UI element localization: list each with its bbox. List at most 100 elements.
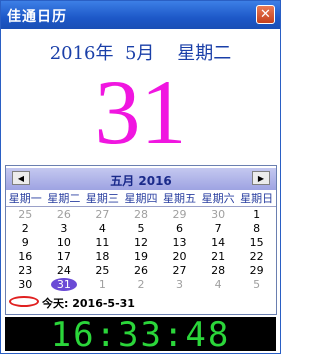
day-cell[interactable]: 13 <box>160 236 199 250</box>
day-cell[interactable]: 4 <box>83 222 122 236</box>
today-circle-icon <box>9 296 39 307</box>
day-cell[interactable]: 23 <box>6 264 45 278</box>
day-cell[interactable]: 17 <box>45 250 84 264</box>
week-row: 30 31 1 2 3 4 5 <box>6 278 276 292</box>
day-number: 25 <box>18 208 33 221</box>
day-cell[interactable]: 8 <box>237 222 276 236</box>
week-row: 25 26 27 28 29 30 1 <box>6 208 276 222</box>
day-cell[interactable]: 26 <box>45 208 84 222</box>
day-number: 8 <box>253 222 261 235</box>
day-number: 29 <box>172 208 187 221</box>
day-number: 2 <box>21 222 29 235</box>
day-cell[interactable]: 27 <box>83 208 122 222</box>
day-number: 26 <box>133 264 148 277</box>
day-number: 9 <box>21 236 29 249</box>
day-number: 1 <box>98 278 106 291</box>
today-footer[interactable]: 今天: 2016-5-31 <box>6 294 276 310</box>
day-cell[interactable]: 7 <box>199 222 238 236</box>
next-month-button[interactable]: ▶ <box>252 171 270 185</box>
day-cell[interactable]: 24 <box>45 264 84 278</box>
weekday-label: 星期一 <box>8 192 42 205</box>
day-number: 12 <box>133 236 148 249</box>
day-number: 5 <box>137 222 145 235</box>
day-number: 30 <box>18 278 33 291</box>
weekday-label: 星期日 <box>240 192 274 205</box>
day-number: 26 <box>56 208 71 221</box>
title-bar[interactable]: 佳通日历 ✕ <box>1 1 280 29</box>
weekday-label: 星期四 <box>124 192 158 205</box>
day-cell[interactable]: 12 <box>122 236 161 250</box>
day-number: 25 <box>95 264 110 277</box>
day-number: 3 <box>176 278 184 291</box>
day-number: 7 <box>214 222 222 235</box>
day-cell[interactable]: 4 <box>199 278 238 292</box>
day-number: 28 <box>211 264 226 277</box>
day-cell[interactable]: 29 <box>237 264 276 278</box>
day-cell[interactable]: 14 <box>199 236 238 250</box>
day-number: 4 <box>98 222 106 235</box>
day-cell-today[interactable]: 31 <box>45 278 84 292</box>
day-number: 20 <box>172 250 187 263</box>
day-cell[interactable]: 18 <box>83 250 122 264</box>
weekday-label: 星期二 <box>47 192 81 205</box>
day-cell[interactable]: 19 <box>122 250 161 264</box>
month-label[interactable]: 五月 2016 <box>6 172 276 189</box>
day-cell[interactable]: 11 <box>83 236 122 250</box>
day-cell[interactable]: 28 <box>199 264 238 278</box>
day-cell[interactable]: 6 <box>160 222 199 236</box>
day-cell[interactable]: 25 <box>6 208 45 222</box>
day-cell[interactable]: 28 <box>122 208 161 222</box>
day-number: 17 <box>56 250 71 263</box>
day-cell[interactable]: 27 <box>160 264 199 278</box>
week-row: 23 24 25 26 27 28 29 <box>6 264 276 278</box>
day-cell[interactable]: 25 <box>83 264 122 278</box>
day-cell[interactable]: 16 <box>6 250 45 264</box>
weekday-label: 星期五 <box>163 192 197 205</box>
day-number: 1 <box>253 208 261 221</box>
month-calendar: ◀ 五月 2016 ▶ 星期一 星期二 星期三 星期四 星期五 星期六 星期日 … <box>5 165 277 315</box>
day-cell[interactable]: 15 <box>237 236 276 250</box>
day-cell[interactable]: 9 <box>6 236 45 250</box>
day-grid: 25 26 27 28 29 30 1 2 3 4 5 6 7 8 9 10 11 12 13 14 15 16 17 18 1… <box>6 208 276 292</box>
month-header: ◀ 五月 2016 ▶ <box>6 168 276 190</box>
day-number: 27 <box>172 264 187 277</box>
day-number: 4 <box>214 278 222 291</box>
day-cell[interactable]: 26 <box>122 264 161 278</box>
week-row: 16 17 18 19 20 21 22 <box>6 250 276 264</box>
day-number: 18 <box>95 250 110 263</box>
day-cell[interactable]: 20 <box>160 250 199 264</box>
digital-clock: 16:33:48 <box>5 317 276 353</box>
day-cell[interactable]: 21 <box>199 250 238 264</box>
day-number: 19 <box>133 250 148 263</box>
day-cell[interactable]: 29 <box>160 208 199 222</box>
day-number: 22 <box>249 250 264 263</box>
day-number: 3 <box>60 222 68 235</box>
day-number: 28 <box>133 208 148 221</box>
day-cell[interactable]: 1 <box>83 278 122 292</box>
day-number: 14 <box>211 236 226 249</box>
calendar-window: 佳通日历 ✕ 2016年 5月 星期二 31 ◀ 五月 2016 ▶ 星期一 星… <box>0 0 281 354</box>
close-icon: ✕ <box>260 7 271 22</box>
day-number: 21 <box>211 250 226 263</box>
triangle-right-icon: ▶ <box>257 173 265 183</box>
weekday-label: 星期三 <box>85 192 119 205</box>
day-cell[interactable]: 10 <box>45 236 84 250</box>
day-number: 31 <box>50 278 77 291</box>
day-number: 2 <box>137 278 145 291</box>
day-number: 13 <box>172 236 187 249</box>
day-number: 29 <box>249 264 264 277</box>
weekday-label: 星期六 <box>201 192 235 205</box>
day-cell[interactable]: 2 <box>122 278 161 292</box>
day-cell[interactable]: 30 <box>199 208 238 222</box>
window-title: 佳通日历 <box>7 9 67 25</box>
day-cell[interactable]: 3 <box>45 222 84 236</box>
day-cell[interactable]: 2 <box>6 222 45 236</box>
day-cell[interactable]: 22 <box>237 250 276 264</box>
day-cell[interactable]: 30 <box>6 278 45 292</box>
day-number: 24 <box>56 264 71 277</box>
day-cell[interactable]: 3 <box>160 278 199 292</box>
day-cell[interactable]: 1 <box>237 208 276 222</box>
day-cell[interactable]: 5 <box>237 278 276 292</box>
day-cell[interactable]: 5 <box>122 222 161 236</box>
close-button[interactable]: ✕ <box>256 5 275 24</box>
